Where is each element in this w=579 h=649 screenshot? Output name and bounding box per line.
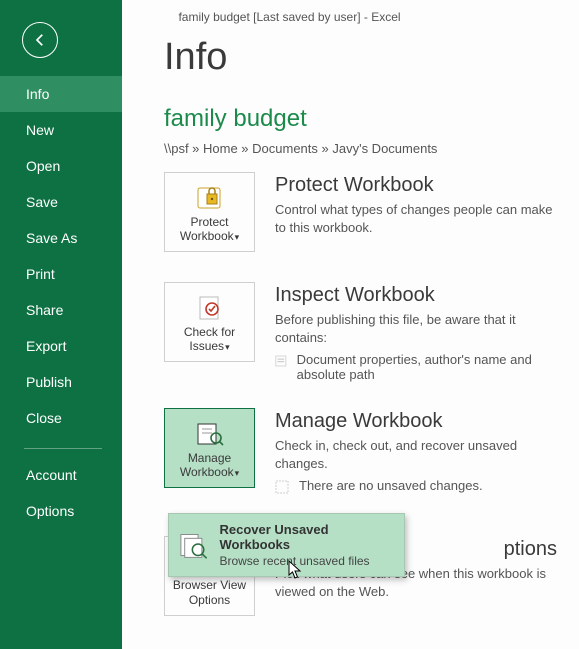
section-heading: Inspect Workbook — [275, 284, 561, 307]
sidebar-item-label: Publish — [26, 374, 72, 390]
sidebar-item-print[interactable]: Print — [0, 256, 122, 292]
sidebar-item-options[interactable]: Options — [0, 493, 122, 529]
page-title: Info — [164, 36, 561, 79]
section-inspect: Check forIssues▾ Inspect Workbook Before… — [164, 282, 561, 382]
tile-label: Browser ViewOptions — [173, 578, 246, 608]
tile-label: ProtectWorkbook▾ — [180, 215, 239, 243]
manage-workbook-button[interactable]: ManageWorkbook▾ — [164, 408, 255, 488]
sidebar-item-share[interactable]: Share — [0, 292, 122, 328]
sidebar-item-label: Options — [26, 503, 74, 519]
sidebar-item-publish[interactable]: Publish — [0, 364, 122, 400]
sidebar-item-new[interactable]: New — [0, 112, 122, 148]
sidebar-item-label: Save — [26, 194, 58, 210]
section-heading: Manage Workbook — [275, 410, 561, 433]
section-manage: ManageWorkbook▾ Manage Workbook Check in… — [164, 408, 561, 494]
protect-workbook-button[interactable]: ProtectWorkbook▾ — [164, 172, 255, 252]
menu-item-desc: Browse recent unsaved files — [219, 554, 394, 568]
sidebar-item-account[interactable]: Account — [0, 457, 122, 493]
tile-label: Check forIssues▾ — [184, 325, 235, 353]
sidebar-item-label: Open — [26, 158, 60, 174]
check-for-issues-button[interactable]: Check forIssues▾ — [164, 282, 255, 362]
manage-icon — [195, 417, 225, 451]
sidebar-item-save-as[interactable]: Save As — [0, 220, 122, 256]
sidebar-item-open[interactable]: Open — [0, 148, 122, 184]
bullet-icon — [275, 354, 287, 368]
sidebar-item-label: Info — [26, 86, 49, 102]
sidebar-item-close[interactable]: Close — [0, 400, 122, 436]
backstage-sidebar: Info New Open Save Save As Print Share E… — [0, 0, 122, 649]
tile-label: ManageWorkbook▾ — [180, 451, 239, 479]
sidebar-item-label: Export — [26, 338, 66, 354]
section-desc: Check in, check out, and recover unsaved… — [275, 437, 561, 472]
sidebar-item-label: Print — [26, 266, 55, 282]
section-heading: Protect Workbook — [275, 174, 561, 197]
menu-item-title: Recover Unsaved Workbooks — [219, 522, 394, 552]
document-title: family budget — [164, 105, 561, 133]
bullet-icon — [275, 480, 289, 494]
breadcrumb[interactable]: \\psf » Home » Documents » Javy's Docume… — [164, 141, 561, 156]
bullet-text: There are no unsaved changes. — [299, 478, 483, 493]
inspect-icon — [195, 291, 225, 325]
bullet-text: Document properties, author's name and a… — [297, 352, 561, 382]
arrow-left-icon — [30, 30, 50, 50]
sidebar-item-save[interactable]: Save — [0, 184, 122, 220]
sidebar-item-label: Account — [26, 467, 77, 483]
section-desc: Before publishing this file, be aware th… — [275, 311, 561, 346]
sidebar-item-label: Share — [26, 302, 63, 318]
recover-unsaved-workbooks-menu-item[interactable]: Recover Unsaved Workbooks Browse recent … — [168, 513, 405, 577]
lock-icon — [195, 181, 225, 215]
sidebar-item-export[interactable]: Export — [0, 328, 122, 364]
sidebar-item-label: Save As — [26, 230, 77, 246]
sidebar-separator — [24, 448, 102, 449]
back-button[interactable] — [22, 22, 58, 58]
sidebar-item-label: Close — [26, 410, 62, 426]
mouse-cursor-icon — [288, 560, 304, 580]
sidebar-item-label: New — [26, 122, 54, 138]
section-protect: ProtectWorkbook▾ Protect Workbook Contro… — [164, 172, 561, 252]
section-desc: Control what types of changes people can… — [275, 201, 561, 236]
sidebar-item-info[interactable]: Info — [0, 76, 122, 112]
recover-icon — [179, 530, 209, 560]
